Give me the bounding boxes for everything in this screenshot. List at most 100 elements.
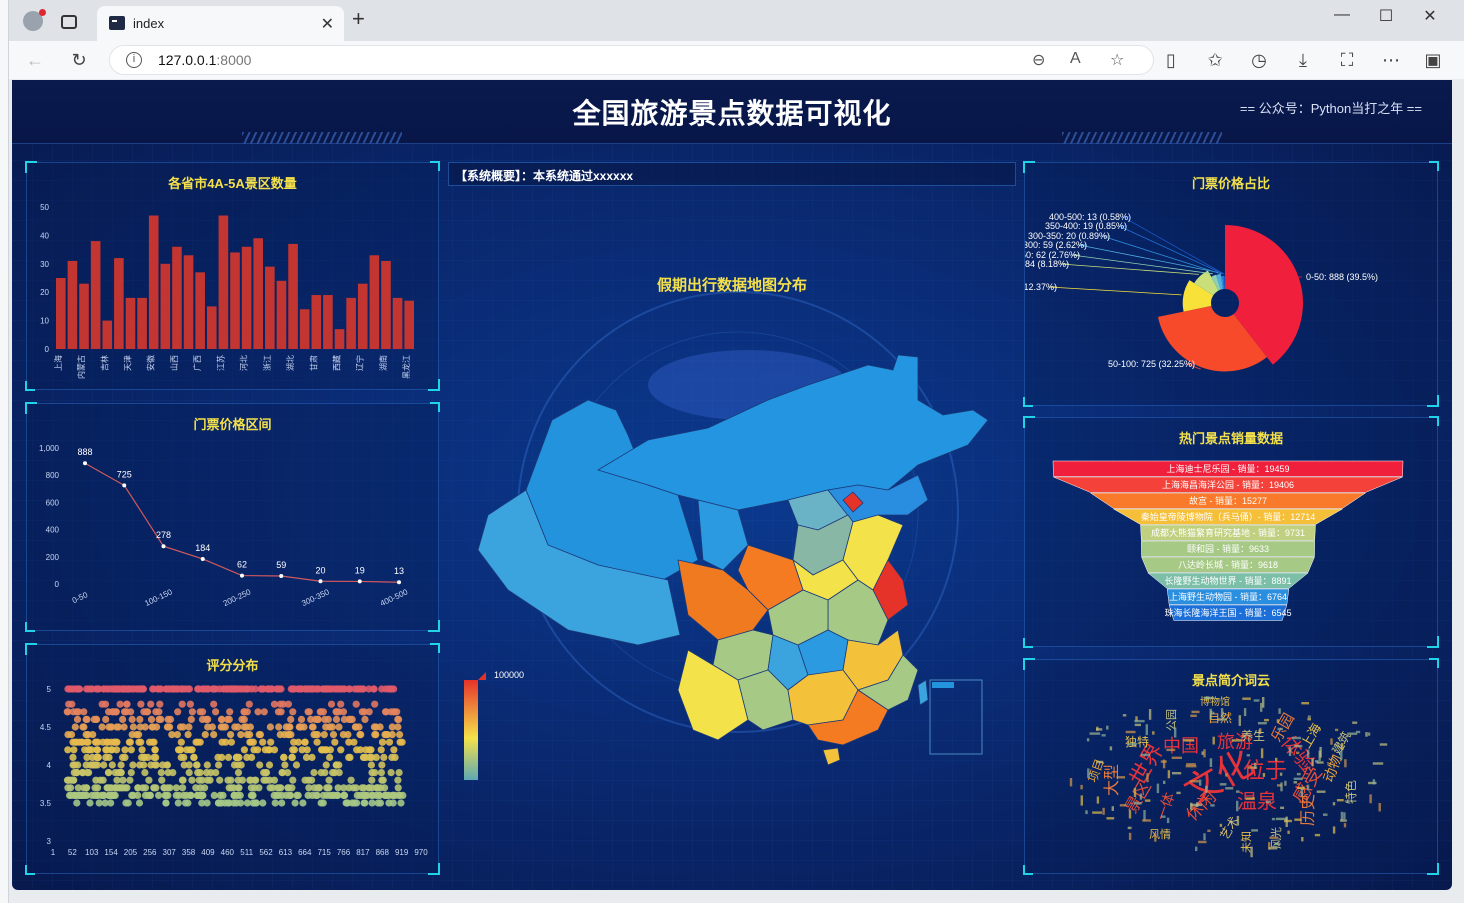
url-text[interactable]: 127.0.0.1:8000 [158,52,251,68]
scatter-point [124,799,132,807]
pie-chart[interactable]: 0-50: 888 (39.5%) 50-100: 725 (32.25%) 100… [1025,163,1439,407]
scatter-point [237,731,245,739]
tab-close-button[interactable]: ✕ [321,14,334,34]
wordcloud-small-word [1265,800,1271,804]
window-close-button[interactable]: ✕ [1407,6,1453,26]
new-tab-button[interactable]: + [352,8,365,30]
wordcloud-small-word [1134,723,1141,727]
funnel-label: 上海迪士尼乐园 - 销量：19459 [1166,463,1289,474]
read-aloud-icon[interactable]: A [1070,50,1081,68]
bar [323,295,333,349]
scatter-point [166,784,174,792]
x-tick-label: 817 [356,848,370,857]
minimize-button[interactable]: — [1319,6,1365,24]
scatter-point [208,723,216,731]
wordcloud-small-word [1296,751,1300,754]
back-arrow-icon[interactable]: ← [23,49,47,71]
wordcloud-small-word [1156,783,1160,794]
wordcloud-word: 位于 [1243,759,1287,784]
scatter-point [237,761,245,769]
y-tick-label: 50 [40,203,49,212]
favorites-icon[interactable]: ✩ [1203,49,1227,71]
bar [160,263,171,349]
wordcloud-small-word [1127,743,1137,746]
wordcloud-small-word [1352,721,1358,724]
address-bar[interactable]: i 127.0.0.1:8000 ⊖ A ☆ [109,45,1154,75]
site-info-icon[interactable]: i [126,52,142,68]
scatter-point [347,776,355,784]
wordcloud-small-word [1235,800,1239,812]
bar-chart[interactable]: 0 10 20 30 40 50 上海 内蒙古 吉林 天津 安徽 山西 广西 江苏 河北 浙江 湖北 甘肃 西藏 辽宁… [27,163,440,391]
scatter-point [394,723,402,731]
wordcloud-small-word [1203,749,1206,758]
zoom-out-icon[interactable]: ⊖ [1032,50,1045,70]
scatter-point [179,685,187,693]
scatter-point [117,761,125,769]
scatter-point [186,791,194,799]
favorite-star-icon[interactable]: ☆ [1110,50,1124,70]
scatter-point [256,761,264,769]
china-map[interactable]: 1000000 [448,260,1016,780]
history-icon[interactable]: ◷ [1247,49,1271,71]
scatter-point [151,746,159,754]
wordcloud-small-word [1217,718,1227,721]
pie-slice-label: 0-50: 888 (39.5%) [1306,272,1378,282]
split-screen-icon[interactable]: ▯ [1159,49,1183,71]
scatter-point [395,769,403,777]
screenshot-icon[interactable]: ⛶ [1335,49,1359,71]
scatter-point [156,700,164,708]
scatter-point [289,685,297,693]
scatter-point [356,746,364,754]
scatter-point [162,799,170,807]
scatter-point [113,685,121,693]
tab-actions-icon[interactable] [61,15,77,29]
tab-title: index [133,16,165,31]
y-tick-label: 0 [55,580,60,589]
scatter-point [128,715,136,723]
scatter-point [223,685,232,693]
sidebar-icon[interactable]: ▣ [1421,49,1445,71]
wordcloud-small-word [1253,699,1260,702]
wordcloud-small-word [1152,731,1155,735]
scatter-point [331,738,339,746]
scatter-point [138,746,146,754]
wordcloud-small-word [1173,727,1177,738]
scatter-point [271,799,279,807]
x-tick-label: 100-150 [143,587,174,608]
wordcloud-small-word [1205,785,1208,793]
scatter-point [302,753,311,761]
scatter-point [172,791,180,799]
wordcloud-small-word [1127,826,1132,830]
maximize-button[interactable]: ☐ [1363,6,1409,26]
wordcloud-small-word [1297,786,1306,790]
more-menu-icon[interactable]: ⋯ [1379,49,1403,71]
scatter-point [214,753,222,761]
wordcloud-small-word [1172,772,1182,775]
scatter-point [210,731,218,739]
scatter-point [135,799,144,807]
download-icon[interactable]: ⤓ [1291,49,1315,71]
scatter-point [243,753,251,761]
line-chart[interactable]: 0 200 400 600 800 1,000 888 725 278 184 62 59 20 19 13… [27,404,440,632]
wordcloud-small-word [1085,810,1088,815]
refresh-icon[interactable]: ↻ [67,49,91,71]
scatter-point [175,746,183,754]
scatter-point [109,791,117,799]
scatter-point [136,761,144,769]
funnel-chart[interactable]: 上海迪士尼乐园 - 销量：19459 上海海昌海洋公园 - 销量：19406 故宫 … [1025,418,1439,648]
tab-index[interactable]: index ✕ [97,6,344,41]
x-tick-label: 吉林 [99,355,109,371]
scatter-point [275,723,283,731]
wordcloud-small-word [1086,738,1090,742]
wordcloud-small-word [1231,739,1242,742]
funnel-label: 秦始皇帝陵博物院（兵马俑）- 销量：12714 [1141,511,1316,522]
scatter-chart[interactable]: 3 3.5 4 4.5 5 1 52 103 154 205 256 307 358 409 460 511 5… [27,645,440,875]
wordcloud-small-word [1257,722,1267,725]
scatter-point [172,784,180,792]
wordcloud-small-word [1288,746,1292,756]
wordcloud[interactable]: 文化旅游位于体验温泉世界中国景区 休闲一体 感受乐园历史大型自然独特风情 艺术公园博物… [1025,660,1439,875]
bar [311,295,322,349]
bar [90,241,101,349]
wordcloud-small-word [1280,806,1285,809]
scatter-point [322,761,330,769]
